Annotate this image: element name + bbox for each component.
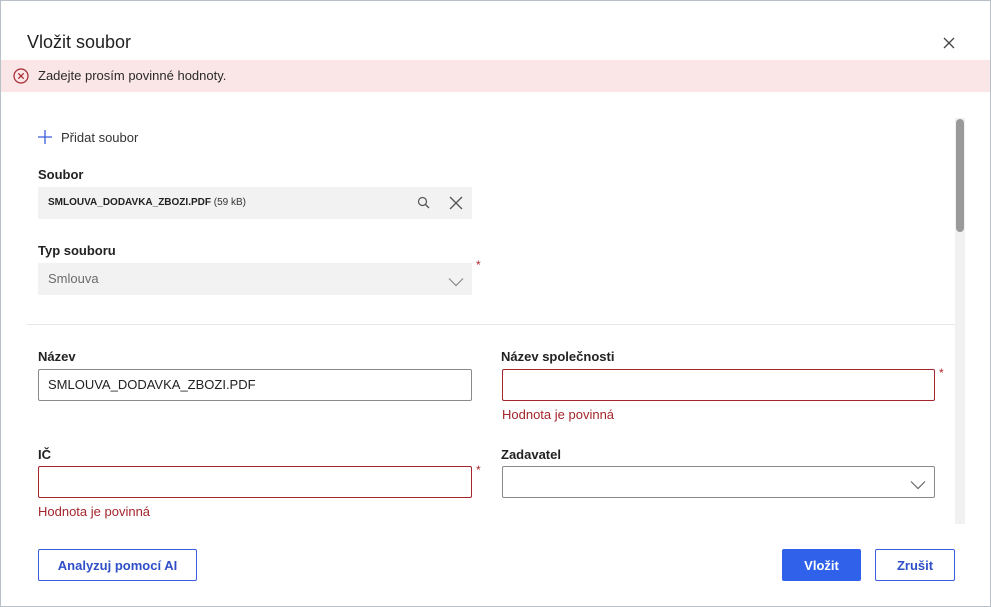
clear-file-icon[interactable] <box>448 195 464 211</box>
name-input[interactable]: SMLOUVA_DODAVKA_ZBOZI.PDF <box>38 369 472 401</box>
file-type-label: Typ souboru <box>38 243 116 258</box>
cancel-button[interactable]: Zrušit <box>875 549 955 581</box>
close-icon[interactable] <box>939 33 959 53</box>
chevron-down-icon <box>910 477 926 490</box>
error-banner: Zadejte prosím povinné hodnoty. <box>1 60 990 92</box>
ic-error: Hodnota je povinná <box>38 504 151 519</box>
company-name-error: Hodnota je povinná <box>502 407 615 422</box>
error-circle-icon <box>13 68 29 84</box>
submitter-label: Zadavatel <box>501 447 561 462</box>
error-banner-text: Zadejte prosím povinné hodnoty. <box>38 68 227 83</box>
scrollbar-thumb[interactable] <box>956 119 964 232</box>
search-icon[interactable] <box>416 195 432 211</box>
file-size: (59 kB) <box>213 197 246 208</box>
company-name-input[interactable] <box>502 369 935 401</box>
plus-icon <box>37 129 53 145</box>
file-type-select[interactable]: Smlouva <box>38 263 472 295</box>
insert-button[interactable]: Vložit <box>782 549 861 581</box>
submitter-select[interactable] <box>502 466 935 498</box>
ic-label: IČ <box>38 447 51 462</box>
file-box: SMLOUVA_DODAVKA_ZBOZI.PDF (59 kB) <box>38 187 472 219</box>
company-name-label: Název společnosti <box>501 349 615 364</box>
ic-required-mark: * <box>476 463 481 477</box>
name-label: Název <box>38 349 76 364</box>
name-input-value: SMLOUVA_DODAVKA_ZBOZI.PDF <box>48 377 256 392</box>
insert-file-dialog: Vložit soubor Zadejte prosím povinné hod… <box>0 0 991 607</box>
dialog-title: Vložit soubor <box>27 32 132 52</box>
ic-input[interactable] <box>38 466 472 498</box>
file-name-line: SMLOUVA_DODAVKA_ZBOZI.PDF (59 kB) <box>48 197 246 208</box>
add-file-label: Přidat soubor <box>61 130 139 145</box>
section-divider <box>27 324 955 325</box>
company-name-required-mark: * <box>939 366 944 380</box>
chevron-down-icon <box>448 274 464 287</box>
file-name: SMLOUVA_DODAVKA_ZBOZI.PDF <box>48 197 211 208</box>
file-type-value: Smlouva <box>48 271 99 286</box>
file-type-required-mark: * <box>476 258 481 272</box>
analyze-ai-button[interactable]: Analyzuj pomocí AI <box>38 549 197 581</box>
file-label: Soubor <box>38 167 84 182</box>
